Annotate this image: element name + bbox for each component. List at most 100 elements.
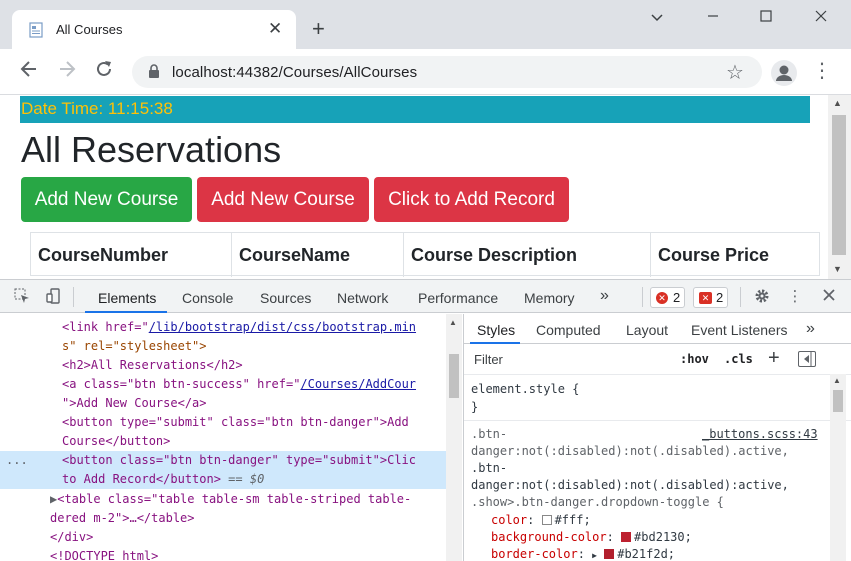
close-tab-icon[interactable]: ✕ xyxy=(268,19,282,39)
tab-event-listeners[interactable]: Event Listeners xyxy=(691,322,788,338)
add-new-course-button[interactable]: Add New Course xyxy=(197,177,369,222)
rule-divider xyxy=(464,420,851,421)
bookmark-star-icon[interactable]: ☆ xyxy=(726,60,744,85)
color-swatch[interactable] xyxy=(604,549,615,559)
css-declaration[interactable]: color: #fff; xyxy=(491,513,591,527)
css-declaration[interactable]: background-color: #bd2130; xyxy=(491,530,692,544)
code-line[interactable]: </div> xyxy=(50,528,446,547)
selected-code-line[interactable]: ... <button class="btn btn-danger" type=… xyxy=(0,451,446,489)
tab-styles[interactable]: Styles xyxy=(477,322,515,338)
filter-row: Filter :hov .cls + xyxy=(464,345,851,375)
address-bar[interactable]: localhost:44382/Courses/AllCourses ☆ xyxy=(132,56,762,88)
code-line[interactable]: ▶<table class="table table-sm table-stri… xyxy=(50,490,446,509)
filter-input[interactable]: Filter xyxy=(474,352,503,367)
code-line[interactable]: dered m-2">…</table> xyxy=(50,509,446,528)
profile-avatar-icon[interactable] xyxy=(771,60,797,86)
code-line[interactable]: <!DOCTYPE html> xyxy=(50,547,446,561)
column-header: CourseNumber xyxy=(31,233,232,277)
issues-badge[interactable]: ✕ 2 xyxy=(693,287,729,308)
rule-selector: danger:not(:disabled):not(.disabled).act… xyxy=(471,444,789,458)
code-line[interactable]: <button type="submit" class="btn btn-dan… xyxy=(62,413,446,432)
date-time-banner: Date Time: 11:15:38 xyxy=(20,96,810,123)
tab-console[interactable]: Console xyxy=(182,290,233,306)
tab-sources[interactable]: Sources xyxy=(260,290,311,306)
tab-search-icon[interactable] xyxy=(642,8,672,28)
browser-toolbar: localhost:44382/Courses/AllCourses ☆ ⋮ xyxy=(0,49,851,95)
devtools-menu-icon[interactable]: ⋮ xyxy=(786,288,804,306)
column-header: Course Description xyxy=(404,233,651,277)
browser-titlebar: All Courses ✕ + xyxy=(0,0,851,49)
date-time-text: Date Time: 11:15:38 xyxy=(21,99,173,118)
color-swatch[interactable] xyxy=(541,515,552,525)
scroll-up-icon[interactable]: ▲ xyxy=(449,318,457,327)
rule-selector: danger:not(:disabled):not(.disabled):act… xyxy=(471,478,789,492)
hover-state-button[interactable]: :hov xyxy=(680,352,709,366)
code-line[interactable]: s" rel="stylesheet"> xyxy=(62,337,446,356)
selection-dots: ... xyxy=(6,453,28,467)
code-line[interactable]: <link href="/lib/bootstrap/dist/css/boot… xyxy=(62,318,446,337)
page-icon xyxy=(29,22,43,38)
tab-elements[interactable]: Elements xyxy=(98,290,156,306)
tab-memory[interactable]: Memory xyxy=(524,290,575,306)
color-swatch[interactable] xyxy=(621,532,632,542)
close-window-button[interactable] xyxy=(806,8,836,28)
elements-scrollbar[interactable]: ▲ xyxy=(446,314,462,561)
click-to-add-record-button[interactable]: Click to Add Record xyxy=(374,177,569,222)
errors-count: 2 xyxy=(673,290,681,305)
more-tabs-icon[interactable]: » xyxy=(600,287,609,305)
scroll-up-icon[interactable]: ▲ xyxy=(833,98,842,108)
code-line[interactable]: ">Add New Course</a> xyxy=(62,394,446,413)
styles-pane: Styles Computed Layout Event Listeners »… xyxy=(463,314,851,561)
column-header: CourseName xyxy=(232,233,404,277)
back-arrow-icon[interactable] xyxy=(17,60,41,84)
expand-triangle-icon[interactable]: ▶ xyxy=(592,551,597,560)
toggle-sidebar-icon[interactable] xyxy=(798,351,816,367)
toolbar-divider xyxy=(73,287,74,307)
scroll-down-icon[interactable]: ▼ xyxy=(833,264,842,274)
browser-menu-icon[interactable]: ⋮ xyxy=(812,59,832,83)
code-line[interactable]: <h2>All Reservations</h2> xyxy=(62,356,446,375)
tab-performance[interactable]: Performance xyxy=(418,290,498,306)
scroll-thumb[interactable] xyxy=(833,390,843,412)
tab-layout[interactable]: Layout xyxy=(626,322,668,338)
rule-selector: .btn- xyxy=(471,461,508,475)
source-link[interactable]: _buttons.scss:43 xyxy=(702,427,818,441)
new-tab-button[interactable]: + xyxy=(312,18,325,40)
more-tabs-icon[interactable]: » xyxy=(806,320,815,338)
devtools-panel: Elements Console Sources Network Perform… xyxy=(0,279,851,561)
reload-icon[interactable] xyxy=(92,60,116,84)
browser-tab[interactable]: All Courses ✕ xyxy=(12,10,296,49)
scroll-thumb[interactable] xyxy=(832,115,846,255)
styles-scrollbar[interactable]: ▲ xyxy=(830,374,846,561)
page-scrollbar[interactable]: ▲ ▼ xyxy=(828,95,851,279)
minimize-button[interactable] xyxy=(698,8,728,28)
active-tab-indicator xyxy=(470,342,520,344)
devtools-toolbar: Elements Console Sources Network Perform… xyxy=(0,280,851,313)
toolbar-divider xyxy=(740,287,741,307)
courses-table-header: CourseNumber CourseName Course Descripti… xyxy=(30,232,820,277)
add-new-course-link-button[interactable]: Add New Course xyxy=(21,177,192,222)
forward-arrow-icon[interactable] xyxy=(55,60,79,84)
element-style-rule[interactable]: element.style { xyxy=(471,382,579,396)
inspect-element-icon[interactable] xyxy=(13,288,31,306)
scroll-thumb[interactable] xyxy=(449,354,459,398)
settings-gear-icon[interactable] xyxy=(753,288,771,306)
scroll-up-icon[interactable]: ▲ xyxy=(833,376,841,385)
code-line[interactable]: Course</button> xyxy=(62,432,446,451)
elements-tree[interactable]: <link href="/lib/bootstrap/dist/css/boot… xyxy=(0,314,446,561)
toolbar-divider xyxy=(642,287,643,307)
close-devtools-icon[interactable] xyxy=(820,288,838,306)
tab-network[interactable]: Network xyxy=(337,290,388,306)
tab-computed[interactable]: Computed xyxy=(536,322,601,338)
add-rule-icon[interactable]: + xyxy=(768,347,780,370)
errors-badge[interactable]: ✕ 2 xyxy=(650,287,686,308)
page-heading: All Reservations xyxy=(21,129,282,170)
code-line[interactable]: <a class="btn btn-success" href="/Course… xyxy=(62,375,446,394)
url-text[interactable]: localhost:44382/Courses/AllCourses xyxy=(172,64,417,81)
lock-icon[interactable] xyxy=(148,64,160,78)
class-toggle-button[interactable]: .cls xyxy=(724,352,753,366)
css-declaration[interactable]: border-color: ▶ #b21f2d; xyxy=(491,547,675,561)
maximize-button[interactable] xyxy=(751,8,781,28)
device-toolbar-icon[interactable] xyxy=(45,288,63,306)
rule-selector: .show>.btn-danger.dropdown-toggle { xyxy=(471,495,724,509)
